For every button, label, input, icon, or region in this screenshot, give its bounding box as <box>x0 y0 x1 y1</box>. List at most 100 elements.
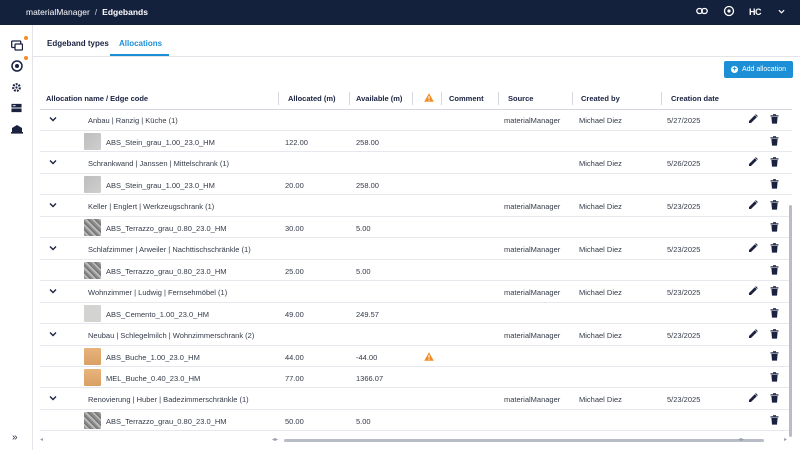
chevron-down-icon[interactable] <box>49 201 57 209</box>
delete-icon[interactable] <box>770 179 780 189</box>
edit-icon[interactable] <box>748 200 758 210</box>
vertical-scroll-thumb[interactable] <box>789 205 792 437</box>
edge-code: ABS_Terrazzo_grau_0.80_23.0_HM <box>106 224 227 233</box>
link-icon[interactable] <box>695 5 709 19</box>
chevron-down-icon[interactable] <box>49 330 57 338</box>
column-divider[interactable] <box>278 92 279 105</box>
delete-icon[interactable] <box>770 372 780 382</box>
horizontal-scrollbar[interactable]: ◂ ◂▸ ◂▸ ▸ <box>40 436 792 444</box>
edit-icon[interactable] <box>748 114 758 124</box>
column-divider[interactable] <box>412 92 413 105</box>
created-by-cell: Michael Diez <box>579 245 622 254</box>
group-row[interactable]: Renovierung | Huber | Badezimmerschränkl… <box>40 388 792 410</box>
sidebar-item-machines[interactable] <box>10 122 23 135</box>
edit-icon[interactable] <box>748 243 758 253</box>
col-header-allocated[interactable]: Allocated (m) <box>288 94 336 103</box>
page-title: Edgebands <box>102 7 148 17</box>
support-icon[interactable] <box>722 5 736 19</box>
delete-icon[interactable] <box>770 114 780 124</box>
delete-icon[interactable] <box>770 393 780 403</box>
delete-icon[interactable] <box>770 351 780 361</box>
col-header-created-by[interactable]: Created by <box>581 94 620 103</box>
column-divider[interactable] <box>441 92 442 105</box>
group-row[interactable]: Schrankwand | Janssen | Mittelschrank (1… <box>40 152 792 174</box>
chevron-down-icon[interactable] <box>774 5 788 19</box>
col-header-source[interactable]: Source <box>508 94 533 103</box>
group-row[interactable]: Neubau | Schlegelmilch | Wohnzimmerschra… <box>40 324 792 346</box>
expand-sidebar-icon[interactable]: » <box>12 432 18 443</box>
sidebar-item-screens[interactable] <box>10 36 28 52</box>
delete-icon[interactable] <box>770 286 780 296</box>
table-row[interactable]: MEL_Buche_0.40_23.0_HM 77.00 1366.07 <box>40 367 792 388</box>
delete-icon[interactable] <box>770 265 780 275</box>
column-divider[interactable] <box>498 92 499 105</box>
group-row[interactable]: Schlafzimmer | Arweiler | Nachttischschr… <box>40 238 792 260</box>
edit-icon[interactable] <box>748 329 758 339</box>
breadcrumb-app[interactable]: materialManager <box>26 7 90 17</box>
allocation-name: Wohnzimmer | Ludwig | Fernsehmöbel (1) <box>88 288 228 297</box>
allocation-name: Anbau | Ranzig | Küche (1) <box>88 116 178 125</box>
delete-icon[interactable] <box>770 222 780 232</box>
tab-edgeband-types[interactable]: Edgeband types <box>47 39 109 48</box>
delete-icon[interactable] <box>770 415 780 425</box>
allocation-name: Neubau | Schlegelmilch | Wohnzimmerschra… <box>88 331 255 340</box>
active-tab-indicator <box>110 54 169 56</box>
available-cell: 5.00 <box>356 267 371 276</box>
notification-dot <box>24 36 28 40</box>
chevron-down-icon[interactable] <box>49 158 57 166</box>
column-divider[interactable] <box>661 92 662 105</box>
table-row[interactable]: ABS_Terrazzo_grau_0.80_23.0_HM 30.00 5.00 <box>40 217 792 238</box>
chevron-down-icon[interactable] <box>49 115 57 123</box>
table-row[interactable]: ABS_Stein_grau_1.00_23.0_HM 122.00 258.00 <box>40 131 792 152</box>
available-cell: -44.00 <box>356 353 378 362</box>
sidebar-item-edgebands[interactable] <box>10 56 28 72</box>
horizontal-scroll-thumb[interactable] <box>284 439 764 442</box>
sidebar-item-settings[interactable] <box>10 81 23 94</box>
vertical-scrollbar[interactable] <box>789 110 793 437</box>
delete-icon[interactable] <box>770 243 780 253</box>
add-allocation-button[interactable]: + Add allocation <box>724 61 793 78</box>
col-header-available[interactable]: Available (m) <box>356 94 402 103</box>
group-row[interactable]: Keller | Englert | Werkzeugschrank (1) ma… <box>40 195 792 217</box>
delete-icon[interactable] <box>770 329 780 339</box>
tab-allocations[interactable]: Allocations <box>119 39 162 48</box>
delete-icon[interactable] <box>770 136 780 146</box>
gear-icon <box>12 83 21 92</box>
scroll-handle-icon[interactable]: ◂▸ <box>272 436 278 443</box>
allocated-cell: 50.00 <box>285 417 304 426</box>
table-row[interactable]: ABS_Terrazzo_grau_0.80_23.0_HM 25.00 5.00 <box>40 260 792 281</box>
creation-date-cell: 5/23/2025 <box>667 202 701 211</box>
table-row[interactable]: ABS_Stein_grau_1.00_23.0_HM 20.00 258.00 <box>40 174 792 195</box>
col-header-creation-date[interactable]: Creation date <box>671 94 719 103</box>
delete-icon[interactable] <box>770 200 780 210</box>
storage-icon <box>11 103 22 112</box>
chevron-down-icon[interactable] <box>49 394 57 402</box>
delete-icon[interactable] <box>770 157 780 167</box>
edgeband-thumbnail <box>84 176 101 193</box>
creation-date-cell: 5/23/2025 <box>667 395 701 404</box>
col-header-comment[interactable]: Comment <box>449 94 484 103</box>
table-header: Allocation name / Edge code Allocated (m… <box>40 88 792 110</box>
scroll-right-icon[interactable]: ▸ <box>784 436 787 443</box>
edit-icon[interactable] <box>748 393 758 403</box>
column-divider[interactable] <box>349 92 350 105</box>
chevron-down-icon[interactable] <box>49 287 57 295</box>
edge-code: ABS_Terrazzo_grau_0.80_23.0_HM <box>106 267 227 276</box>
allocation-name: Keller | Englert | Werkzeugschrank (1) <box>88 202 215 211</box>
table-row[interactable]: ABS_Cemento_1.00_23.0_HM 49.00 249.57 <box>40 303 792 324</box>
chevron-down-icon[interactable] <box>49 244 57 252</box>
hc-logo[interactable]: HC <box>749 5 762 19</box>
edit-icon[interactable] <box>748 286 758 296</box>
scroll-handle-icon[interactable]: ◂▸ <box>738 436 744 443</box>
table-row[interactable]: ABS_Buche_1.00_23.0_HM 44.00 -44.00 <box>40 346 792 367</box>
table-row[interactable]: ABS_Terrazzo_grau_0.80_23.0_HM 50.00 5.00 <box>40 410 792 431</box>
group-row[interactable]: Anbau | Ranzig | Küche (1) materialManage… <box>40 110 792 131</box>
column-divider[interactable] <box>572 92 573 105</box>
scroll-left-icon[interactable]: ◂ <box>40 436 43 443</box>
delete-icon[interactable] <box>770 308 780 318</box>
edit-icon[interactable] <box>748 157 758 167</box>
col-header-name[interactable]: Allocation name / Edge code <box>46 94 148 103</box>
sidebar-item-storage[interactable] <box>10 101 23 114</box>
group-row[interactable]: Wohnzimmer | Ludwig | Fernsehmöbel (1) ma… <box>40 281 792 303</box>
created-by-cell: Michael Diez <box>579 331 622 340</box>
